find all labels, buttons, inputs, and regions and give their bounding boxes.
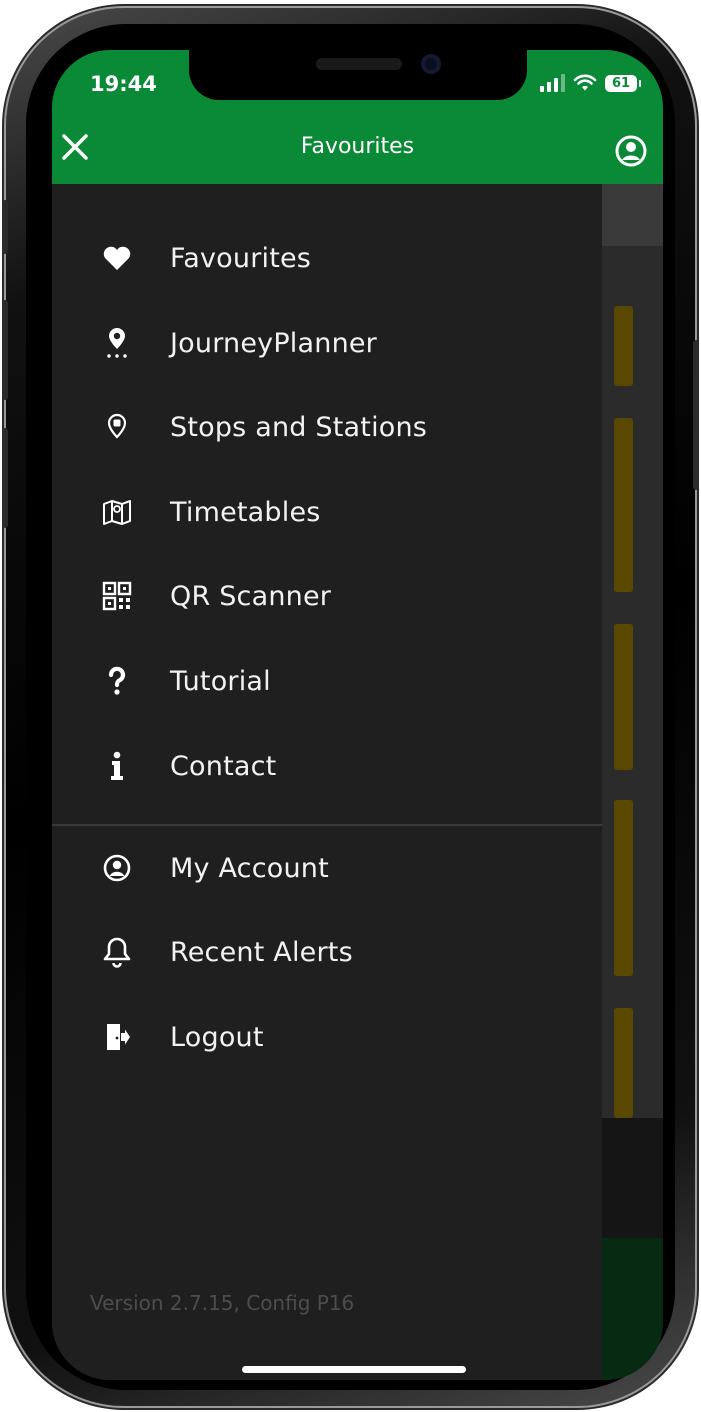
side-button-volume-up [2, 300, 8, 400]
stop-pin-icon [107, 413, 127, 439]
menu-item-favourites[interactable]: Favourites [52, 216, 602, 300]
menu-item-label: Logout [170, 1021, 264, 1053]
menu-item-contact[interactable]: Contact [52, 724, 602, 808]
status-time: 19:44 [90, 72, 157, 96]
menu-item-label: QR Scanner [170, 580, 332, 612]
menu-item-stops-and-stations[interactable]: Stops and Stations [52, 385, 602, 469]
question-icon [108, 666, 126, 695]
background-tab-strip [602, 184, 663, 246]
background-card [614, 1008, 633, 1118]
menu-item-label: Favourites [170, 242, 312, 274]
logout-icon [107, 1024, 130, 1050]
speaker-grille [316, 58, 402, 70]
menu-item-timetables[interactable]: Timetables [52, 470, 602, 554]
app-header: 19:44 61 Favourites [52, 50, 663, 184]
navigation-drawer: Favourites JourneyPlanner Stops and Stat… [52, 184, 602, 1380]
background-bottom-panel [602, 1118, 663, 1238]
user-circle-icon [103, 854, 131, 882]
background-card [614, 306, 633, 386]
wifi-icon [573, 74, 597, 91]
side-button-silent [2, 200, 8, 254]
map-icon [103, 500, 131, 525]
battery-icon: 61 [605, 74, 641, 92]
status-icons: 61 [540, 74, 641, 92]
background-card [614, 418, 633, 592]
menu-item-label: Contact [170, 750, 277, 782]
menu-item-label: Recent Alerts [170, 936, 353, 968]
side-button-power [693, 340, 699, 490]
menu-item-label: My Account [170, 852, 329, 884]
phone-screen: 19:44 61 Favourites Favourites JourneyPl… [52, 50, 663, 1380]
account-icon[interactable] [614, 134, 648, 168]
background-card [614, 800, 633, 976]
info-icon [111, 751, 123, 780]
location-pin-icon [107, 328, 127, 358]
menu-item-label: JourneyPlanner [170, 327, 377, 359]
heart-icon [103, 246, 131, 270]
camera-icon [421, 54, 441, 74]
menu-item-label: Stops and Stations [170, 411, 428, 443]
side-button-volume-down [2, 428, 8, 528]
menu-item-logout[interactable]: Logout [52, 995, 602, 1079]
camera-notch [189, 50, 527, 100]
menu-item-recent-alerts[interactable]: Recent Alerts [52, 910, 602, 994]
menu-item-journeyplanner[interactable]: JourneyPlanner [52, 301, 602, 385]
qr-code-icon [102, 581, 132, 611]
menu-item-label: Timetables [170, 496, 321, 528]
bell-icon [103, 937, 131, 968]
menu-item-qr-scanner[interactable]: QR Scanner [52, 554, 602, 638]
menu-item-my-account[interactable]: My Account [52, 826, 602, 910]
signal-icon [540, 74, 565, 92]
home-indicator[interactable] [242, 1366, 466, 1373]
version-label: Version 2.7.15, Config P16 [90, 1291, 355, 1315]
background-card [614, 624, 633, 770]
page-title: Favourites [300, 134, 415, 159]
menu-item-label: Tutorial [170, 665, 271, 697]
menu-item-tutorial[interactable]: Tutorial [52, 639, 602, 723]
background-bottom-button [602, 1238, 663, 1380]
